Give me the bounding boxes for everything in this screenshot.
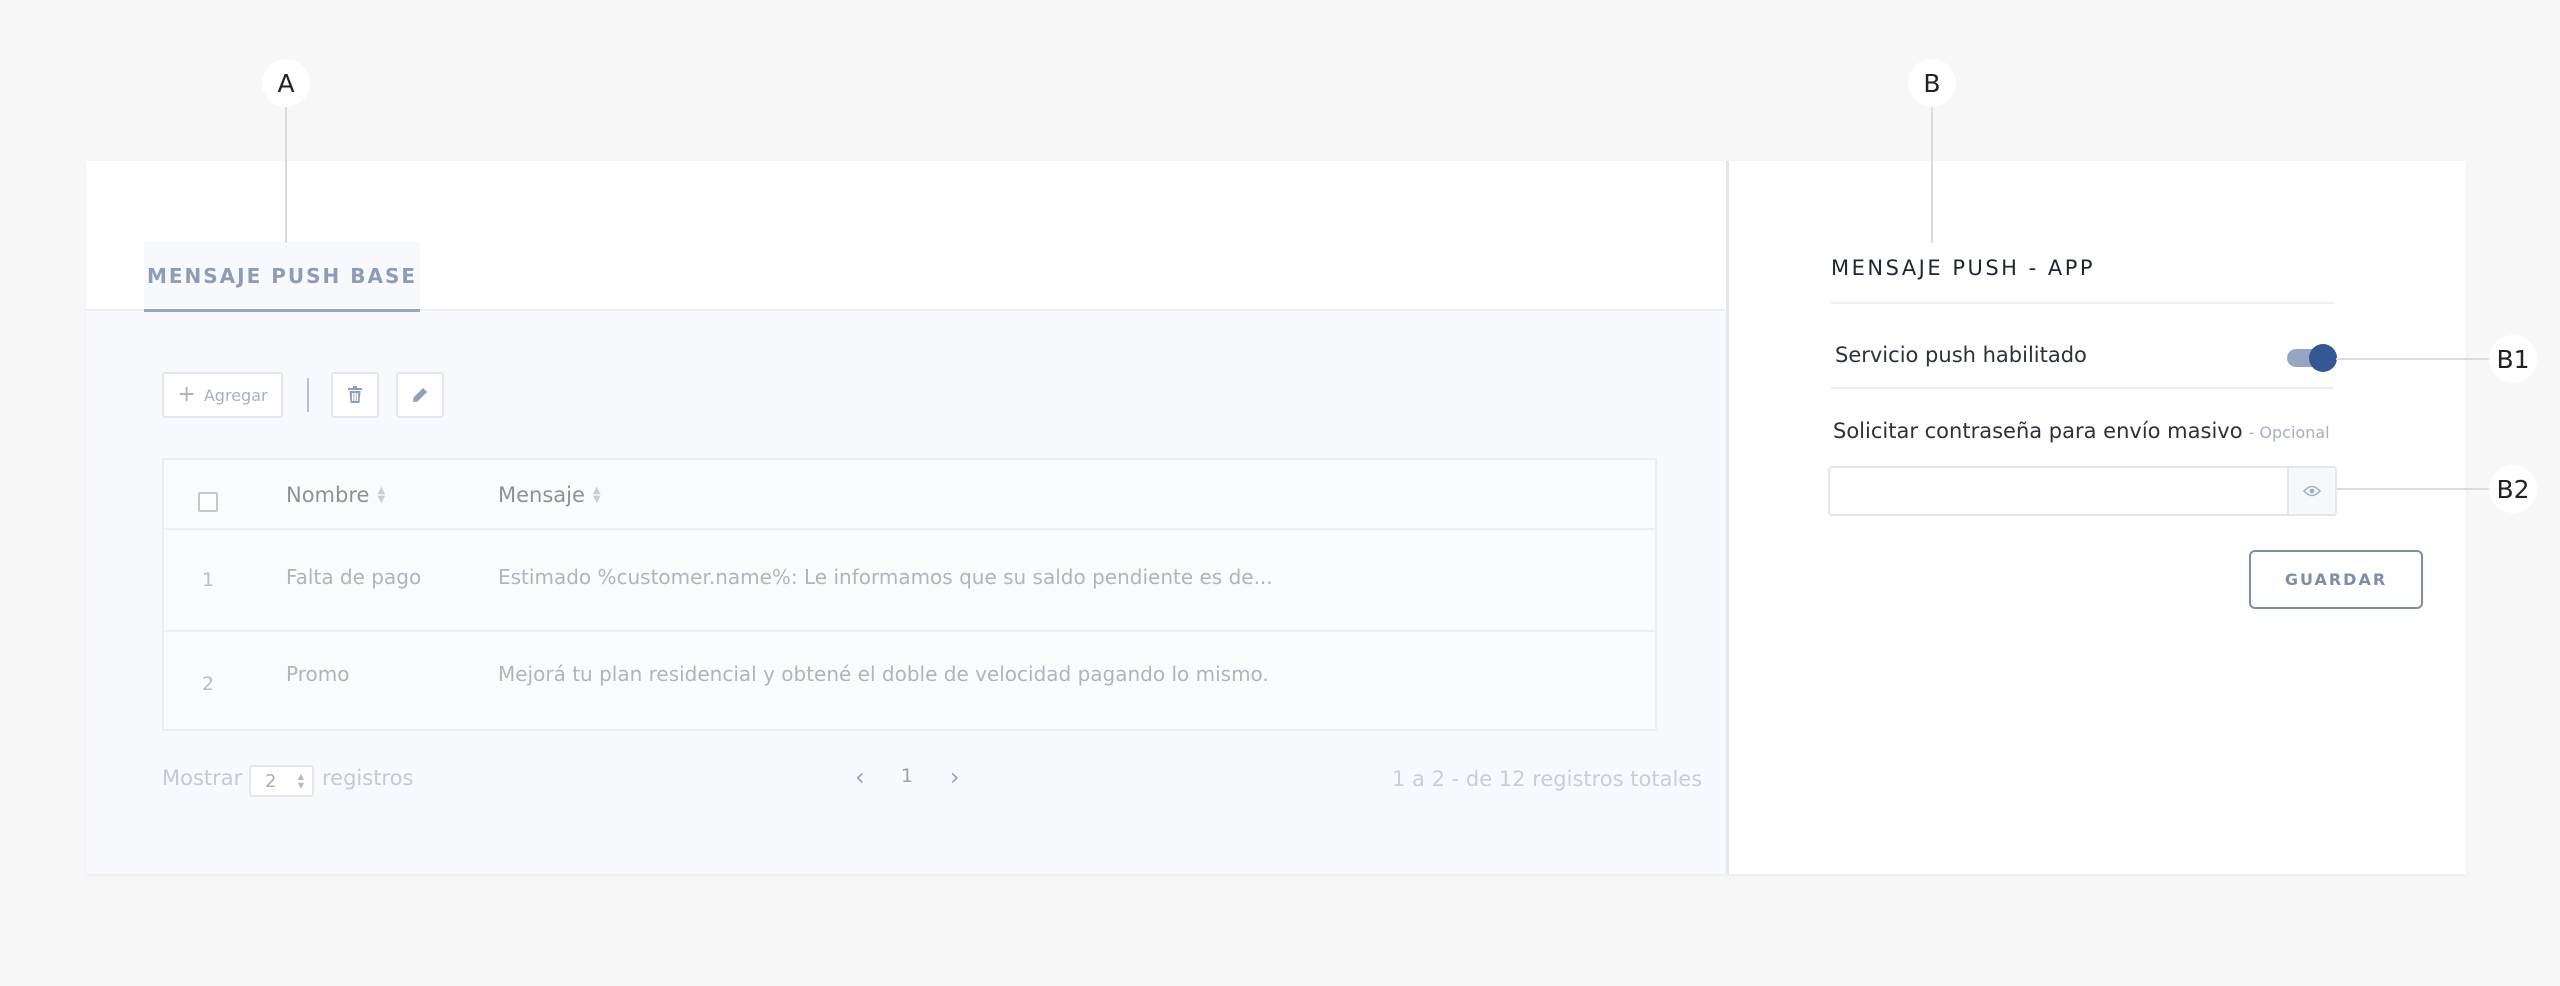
page-size-select[interactable]: 2 ▲ ▼ (249, 765, 314, 797)
trash-icon (348, 386, 362, 403)
column-header-mensaje-label: Mensaje (498, 483, 585, 507)
toolbar: + Agregar (162, 372, 444, 418)
next-page-button[interactable]: › (950, 763, 960, 791)
password-label-row: Solicitar contraseña para envío masivo - … (1833, 419, 2330, 443)
push-settings-card: MENSAJE PUSH BASE + Agregar Nombre ▲ ▼ M… (86, 161, 2466, 874)
column-header-mensaje[interactable]: Mensaje ▲ ▼ (498, 460, 601, 530)
callout-b: B (1908, 59, 1956, 107)
eye-icon (2303, 485, 2321, 497)
callout-b1-label: B1 (2496, 344, 2530, 374)
table-row[interactable]: 1 Falta de pago Estimado %customer.name%… (164, 532, 1655, 632)
callout-b1-line (2336, 358, 2489, 360)
push-app-settings-panel: MENSAJE PUSH - APP Servicio push habilit… (1729, 161, 2466, 874)
row-index: 2 (202, 673, 215, 695)
delete-button[interactable] (331, 372, 379, 418)
sort-icon: ▲ ▼ (592, 485, 601, 505)
chevron-left-icon: ‹ (855, 763, 865, 791)
tab-bar: MENSAJE PUSH BASE (86, 161, 1726, 312)
prev-page-button[interactable]: ‹ (855, 763, 865, 791)
column-header-nombre-label: Nombre (286, 483, 370, 507)
password-input[interactable] (1830, 468, 2288, 514)
row-name: Falta de pago (286, 565, 422, 589)
chevron-right-icon: › (950, 763, 960, 791)
sort-icon: ▲ ▼ (377, 485, 386, 505)
divider (1831, 302, 2334, 304)
table-row[interactable]: 2 Promo Mejorá tu plan residencial y obt… (164, 634, 1655, 734)
column-header-nombre[interactable]: Nombre ▲ ▼ (286, 460, 385, 530)
callout-a: A (262, 59, 310, 107)
section-title: MENSAJE PUSH - APP (1831, 256, 2096, 280)
callout-b2-label: B2 (2496, 474, 2530, 504)
records-summary: 1 a 2 - de 12 registros totales (1392, 767, 1703, 791)
edit-button[interactable] (396, 372, 444, 418)
save-button-label: GUARDAR (2284, 570, 2388, 589)
current-page[interactable]: 1 (901, 765, 913, 787)
tab-mensaje-push-base[interactable]: MENSAJE PUSH BASE (144, 242, 420, 312)
push-enabled-label: Servicio push habilitado (1835, 343, 2087, 367)
add-button[interactable]: + Agregar (162, 372, 283, 418)
password-field (1828, 466, 2337, 516)
optional-tag: - Opcional (2248, 423, 2330, 442)
row-name: Promo (286, 662, 350, 686)
callout-b-label: B (1923, 68, 1941, 98)
select-all-checkbox[interactable] (198, 492, 218, 512)
plus-icon: + (177, 382, 196, 407)
push-enabled-toggle[interactable] (2287, 344, 2339, 372)
toggle-visibility-button[interactable] (2287, 468, 2335, 514)
callout-b2-line (2337, 488, 2489, 490)
row-message: Estimado %customer.name%: Le informamos … (498, 565, 1273, 589)
tab-label: MENSAJE PUSH BASE (146, 263, 418, 288)
table-header: Nombre ▲ ▼ Mensaje ▲ ▼ (164, 460, 1655, 530)
callout-b-line (1931, 107, 1933, 243)
stepper-icon: ▲ ▼ (297, 772, 304, 790)
row-message: Mejorá tu plan residencial y obtené el d… (498, 662, 1269, 686)
pencil-icon (413, 388, 427, 402)
records-label: registros (322, 766, 414, 790)
page-size-value: 2 (265, 770, 277, 792)
show-label: Mostrar (162, 766, 243, 790)
callout-b2: B2 (2489, 465, 2537, 513)
messages-table: Nombre ▲ ▼ Mensaje ▲ ▼ 1 Falta de pago Est… (162, 458, 1657, 731)
toggle-knob (2309, 344, 2337, 372)
callout-a-label: A (277, 68, 295, 98)
callout-a-line (285, 107, 287, 243)
callout-b1: B1 (2489, 335, 2537, 383)
add-button-label: Agregar (203, 385, 268, 405)
toolbar-separator (307, 378, 309, 412)
save-button[interactable]: GUARDAR (2249, 550, 2423, 609)
password-label: Solicitar contraseña para envío masivo (1833, 419, 2243, 443)
row-index: 1 (202, 569, 215, 591)
divider (1831, 387, 2334, 389)
